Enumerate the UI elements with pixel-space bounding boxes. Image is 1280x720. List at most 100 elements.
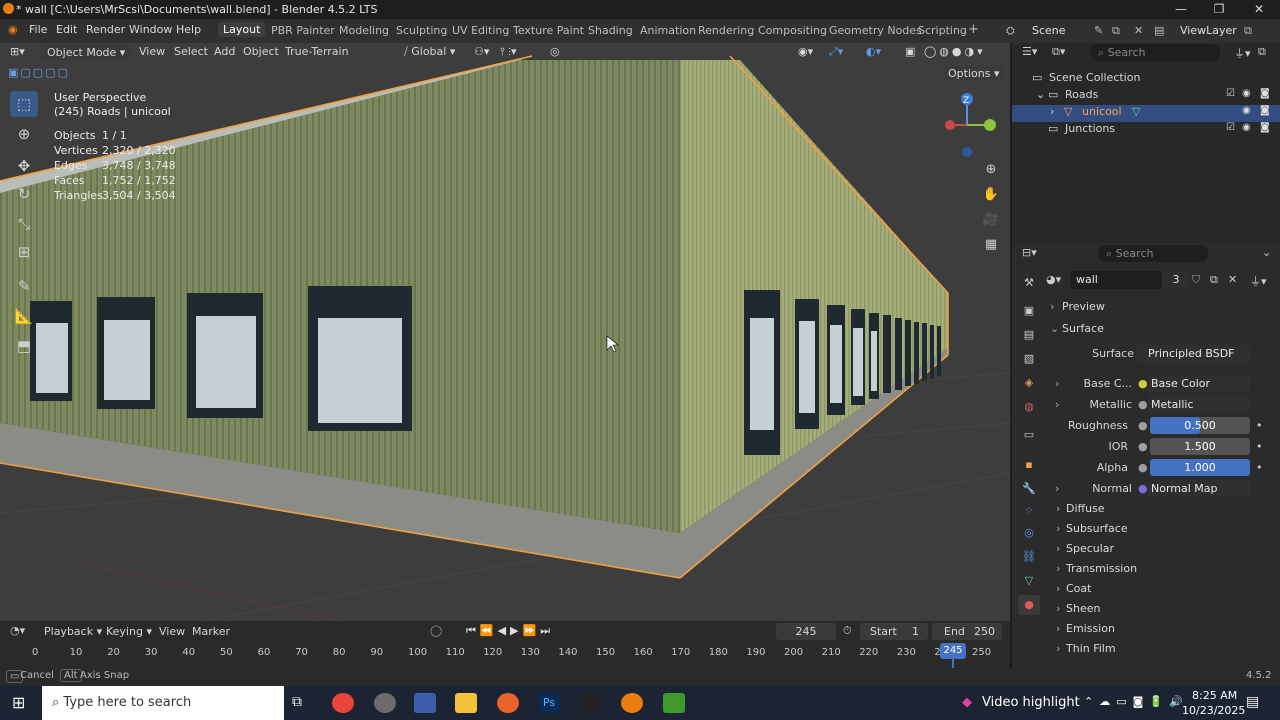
render-tab-icon[interactable]: ▣	[1018, 301, 1040, 321]
rotate-tool-icon[interactable]: ↻	[10, 181, 38, 207]
options-dropdown[interactable]: Options ▾	[943, 66, 1005, 81]
display-mode-icon[interactable]: ⧉▾	[1052, 45, 1065, 59]
expand-arrow-icon[interactable]: ⌄	[1036, 88, 1045, 101]
taskbar-search-input[interactable]: ⌕ Type here to search	[42, 686, 284, 720]
navigation-gizmo[interactable]: Z	[936, 89, 1004, 161]
section-emission[interactable]: Emission	[1066, 622, 1115, 635]
expand-arrow-icon[interactable]: ›	[1056, 522, 1060, 535]
section-thin-film[interactable]: Thin Film	[1066, 642, 1116, 655]
collection-tab-icon[interactable]: ▭	[1018, 425, 1040, 445]
workspace-tab-geometry-nodes[interactable]: Geometry Nodes	[829, 24, 922, 37]
filter-icon[interactable]: ⏚▾	[1234, 45, 1251, 61]
new-scene-icon[interactable]: ⧉	[1112, 24, 1120, 38]
pin-icon[interactable]: ✎	[1094, 24, 1103, 37]
blender-menu-icon[interactable]: ◉	[8, 23, 18, 36]
task-view-icon[interactable]: ⧉	[292, 694, 302, 710]
normal-field[interactable]: Normal Map	[1148, 480, 1250, 497]
section-sheen[interactable]: Sheen	[1066, 602, 1100, 615]
menu-file[interactable]: File	[29, 23, 47, 36]
3d-viewport[interactable]: ⊞▾ Object Mode ▾ View Select Add Object …	[0, 43, 1010, 621]
mode-selector[interactable]: Object Mode ▾	[42, 45, 131, 60]
annotate-tool-icon[interactable]: ✎	[10, 273, 38, 299]
fake-user-icon[interactable]: ⛉	[1192, 273, 1200, 287]
menu-render[interactable]: Render	[86, 23, 125, 36]
zoom-icon[interactable]: ⊕	[980, 159, 1002, 181]
firefox-icon[interactable]	[497, 693, 519, 713]
surface-shader-field[interactable]: Principled BSDF	[1136, 345, 1250, 362]
workspace-tab-animation[interactable]: Animation	[640, 24, 696, 37]
excel-icon[interactable]	[663, 693, 685, 713]
camera-view-icon[interactable]: 🎥	[980, 209, 1002, 231]
view-layer-name[interactable]: ViewLayer	[1180, 24, 1237, 37]
notifications-icon[interactable]: ▤	[1246, 694, 1259, 710]
menu-help[interactable]: Help	[176, 23, 201, 36]
video-highlight-icon[interactable]: ◆	[962, 695, 972, 710]
world-tab-icon[interactable]: ◍	[1018, 397, 1040, 417]
alpha-slider[interactable]: 1.000	[1150, 459, 1250, 476]
camera-render-icon[interactable]: ◙	[1260, 88, 1270, 99]
add-workspace-icon[interactable]: +	[968, 22, 979, 37]
github-icon[interactable]	[580, 693, 602, 713]
transform-tool-icon[interactable]: ⊞	[10, 239, 38, 265]
maximize-button[interactable]: ❐	[1200, 0, 1238, 19]
app-icon[interactable]	[374, 693, 396, 713]
keyframe-dot-icon[interactable]: •	[1256, 440, 1263, 453]
viewport-menu-view[interactable]: View	[139, 45, 165, 58]
select-mode-icons[interactable]: ▣▢▢▢▢	[8, 66, 70, 79]
workspace-tab-compositing[interactable]: Compositing	[758, 24, 827, 37]
workspace-tab-shading[interactable]: Shading	[588, 24, 633, 37]
keyframe-dot-icon[interactable]: •	[1256, 461, 1263, 474]
outliner-search-input[interactable]: ⌕ Search	[1090, 44, 1220, 61]
section-diffuse[interactable]: Diffuse	[1066, 502, 1105, 515]
material-tab-icon[interactable]: ●	[1018, 595, 1040, 615]
scene-name[interactable]: Scene	[1032, 24, 1066, 37]
end-frame-field[interactable]: End 250	[932, 623, 1002, 640]
view-layer-tab-icon[interactable]: ▧	[1018, 349, 1040, 369]
delete-scene-icon[interactable]: ✕	[1134, 24, 1143, 37]
duplicate-material-icon[interactable]: ⧉	[1210, 273, 1218, 287]
workspace-tab-uv-editing[interactable]: UV Editing	[452, 24, 509, 37]
view-layer-icon[interactable]: ▤	[1154, 24, 1164, 37]
expand-arrow-icon[interactable]: ›	[1056, 642, 1060, 655]
particles-tab-icon[interactable]: ⁘	[1018, 501, 1040, 521]
workspace-tab-sculpting[interactable]: Sculpting	[396, 24, 447, 37]
panel-menu-icon[interactable]: ⌄	[1262, 246, 1271, 259]
system-tray-icons[interactable]: ⌃☁▭◙🔋🔊	[1084, 695, 1189, 708]
eye-icon[interactable]: ◉	[1242, 88, 1251, 99]
workspace-tab-texture-paint[interactable]: Texture Paint	[513, 24, 584, 37]
expand-arrow-icon[interactable]: ›	[1056, 582, 1060, 595]
modifier-tab-icon[interactable]: 🔧	[1018, 479, 1040, 499]
outliner-row-junctions[interactable]: ▭ Junctions ☑ ◉ ◙	[1012, 122, 1280, 139]
editor-type-icon[interactable]: ⊞▾	[10, 45, 25, 58]
xray-icon[interactable]: ▣	[905, 45, 915, 58]
stopwatch-icon[interactable]: ⏱	[843, 624, 852, 638]
timeline-editor-icon[interactable]: ◔▾	[10, 624, 25, 637]
pan-hand-icon[interactable]: ✋	[980, 184, 1002, 206]
workspace-tab-pbr-painter[interactable]: PBR Painter	[271, 24, 335, 37]
section-specular[interactable]: Specular	[1066, 542, 1114, 555]
output-tab-icon[interactable]: ▤	[1018, 325, 1040, 345]
eye-icon[interactable]: ◉	[1242, 105, 1251, 116]
section-surface[interactable]: Surface	[1062, 322, 1104, 335]
menu-edit[interactable]: Edit	[56, 23, 77, 36]
windows-start-icon[interactable]: ⊞	[12, 693, 25, 712]
clock-date[interactable]: 10/23/2025	[1182, 704, 1245, 717]
ior-field[interactable]: 1.500	[1150, 438, 1250, 455]
workspace-tab-modeling[interactable]: Modeling	[339, 24, 389, 37]
timeline-menu-keying[interactable]: Keying ▾	[106, 625, 152, 638]
orientation-selector[interactable]: ⧸ Global ▾	[404, 45, 455, 59]
cursor-tool-icon[interactable]: ⊕	[10, 121, 38, 147]
timeline-menu-view[interactable]: View	[159, 625, 185, 638]
minimize-button[interactable]: —	[1162, 0, 1200, 19]
blender-taskbar-icon[interactable]	[621, 693, 643, 713]
eye-icon[interactable]: ◉	[1242, 122, 1251, 133]
scene-icon[interactable]: ⛭	[1006, 24, 1015, 38]
expand-arrow-icon[interactable]: ›	[1050, 105, 1054, 118]
snap-icon[interactable]: ⫯ ⫶▾	[500, 45, 517, 59]
collapse-arrow-icon[interactable]: ⌄	[1050, 322, 1059, 335]
measure-tool-icon[interactable]: 📐	[10, 303, 38, 329]
viewport-menu-select[interactable]: Select	[174, 45, 208, 58]
playhead[interactable]: 245	[940, 643, 966, 659]
workspace-tab-rendering[interactable]: Rendering	[698, 24, 754, 37]
checkbox-icon[interactable]: ☑	[1226, 122, 1235, 133]
